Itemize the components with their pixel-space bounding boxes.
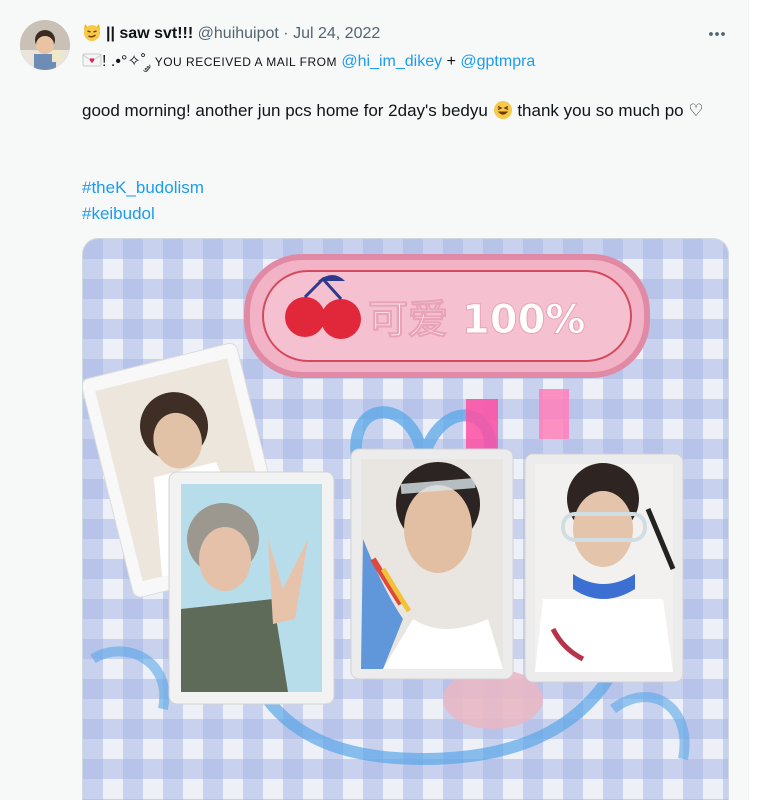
hashtag-link[interactable]: #theK_budolism <box>82 175 204 201</box>
tweet-date[interactable]: Jul 24, 2022 <box>293 25 380 42</box>
hashtag-link[interactable]: #keibudol <box>82 201 204 227</box>
mention-link[interactable]: @gptmpra <box>460 53 535 70</box>
tweet-photo[interactable]: 可爱 100% <box>82 238 729 800</box>
bio-decoration: ! .•°✧˚ ༘ <box>102 53 151 70</box>
more-options-button[interactable] <box>705 22 729 46</box>
tweet-text-part: good morning! another jun pcs home for 2… <box>82 101 488 120</box>
plus-text: + <box>446 53 456 70</box>
tweet-subline: ! .•°✧˚ ༘ YOU RECEIVED A MAIL FROM @hi_i… <box>82 50 535 73</box>
photo-illustration: 可爱 100% <box>83 239 728 800</box>
grinning-squinting-emoji-icon <box>493 100 513 120</box>
hashtag-list: #theK_budolism #keibudol <box>82 175 204 227</box>
more-dots-icon <box>709 32 725 36</box>
smirk-cat-emoji-icon <box>82 22 102 42</box>
sticker-text: 可爱 100% <box>368 297 586 343</box>
avatar[interactable] <box>20 20 70 70</box>
user-handle[interactable]: @huihuipot <box>198 25 279 42</box>
tweet-header: || saw svt!!! @huihuipot · Jul 24, 2022 <box>82 22 380 44</box>
bio-text: YOU RECEIVED A MAIL FROM <box>154 55 337 69</box>
separator-dot: · <box>283 25 289 42</box>
column-divider <box>748 0 749 800</box>
tweet-text: good morning! another jun pcs home for 2… <box>82 98 722 123</box>
mention-link[interactable]: @hi_im_dikey <box>341 53 442 70</box>
display-name[interactable]: || saw svt!!! <box>106 25 193 42</box>
love-letter-emoji-icon <box>82 50 102 70</box>
tweet-card[interactable]: || saw svt!!! @huihuipot · Jul 24, 2022 … <box>0 0 748 800</box>
tweet-text-part: thank you so much po ♡ <box>517 101 704 120</box>
